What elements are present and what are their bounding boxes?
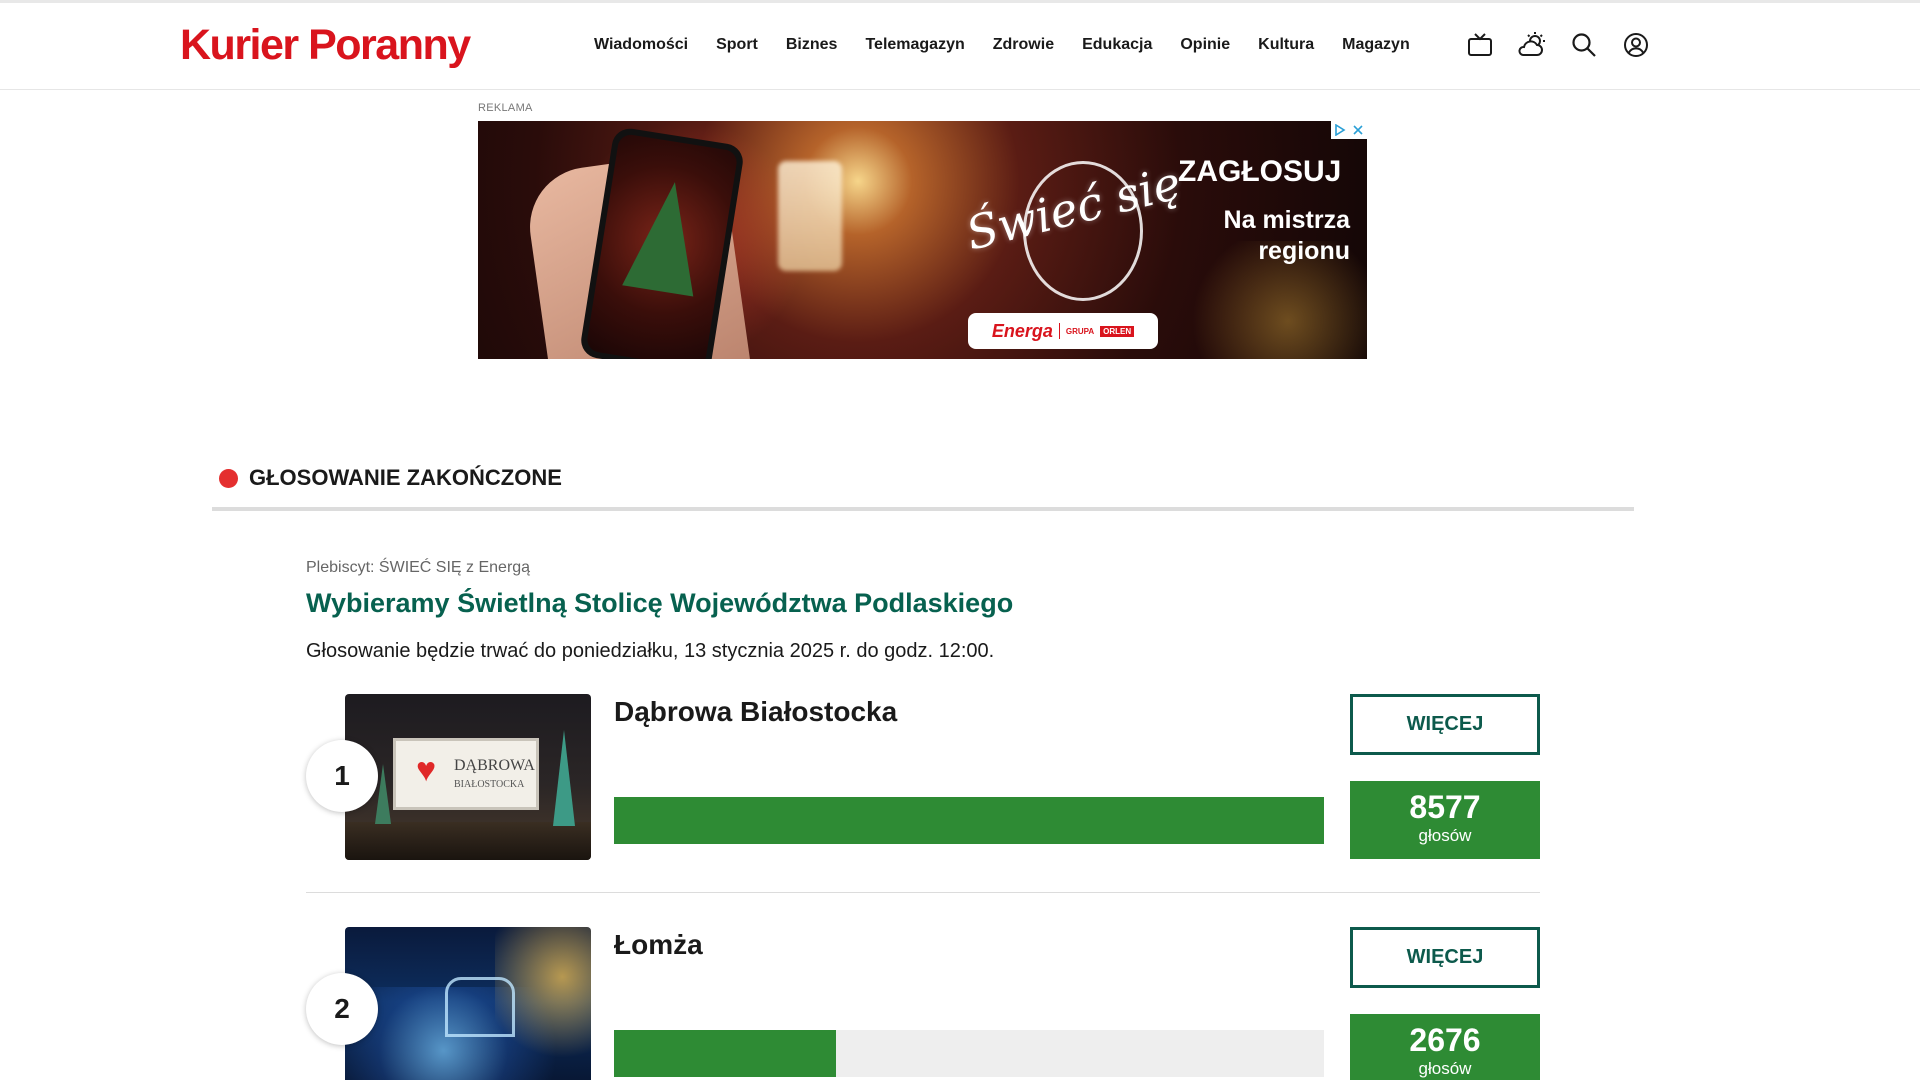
- ad-christmas-tree: [622, 176, 711, 297]
- entry-name[interactable]: Dąbrowa Białostocka: [614, 696, 897, 728]
- header-icons: [1466, 31, 1650, 59]
- search-icon[interactable]: [1570, 31, 1598, 59]
- ad-sponsor-divider: [1058, 323, 1060, 339]
- site-logo[interactable]: Kurier Poranny: [180, 19, 471, 71]
- entry-divider: [306, 892, 1540, 893]
- more-button[interactable]: WIĘCEJ: [1350, 927, 1540, 988]
- adchoices-icon[interactable]: [1331, 121, 1349, 139]
- user-icon[interactable]: [1622, 31, 1650, 59]
- nav-item-wiadomosci[interactable]: Wiadomości: [594, 33, 688, 57]
- entry-thumbnail[interactable]: ♥ DĄBROWA BIAŁOSTOCKA: [345, 694, 591, 860]
- weather-icon[interactable]: [1518, 31, 1546, 59]
- thumb-sign: ♥ DĄBROWA BIAŁOSTOCKA: [393, 738, 539, 810]
- ad-label: REKLAMA: [478, 102, 533, 114]
- thumb-ground: [345, 822, 591, 860]
- plebiscite-label: Plebiscyt: ŚWIEĆ SIĘ z Energą: [306, 559, 531, 576]
- ad-candle-image: [778, 161, 842, 271]
- entry-thumbnail[interactable]: [345, 927, 591, 1080]
- poll-title[interactable]: Wybieramy Świetlną Stolicę Województwa P…: [306, 588, 1013, 619]
- ad-sponsor-group: GRUPA: [1065, 326, 1095, 336]
- section-title: GŁOSOWANIE ZAKOŃCZONE: [249, 465, 562, 490]
- nav-item-biznes[interactable]: Biznes: [786, 33, 838, 57]
- site-header: Kurier Poranny Wiadomości Sport Biznes T…: [0, 3, 1920, 90]
- tv-icon[interactable]: [1466, 31, 1494, 59]
- nav-item-magazyn[interactable]: Magazyn: [1342, 33, 1410, 57]
- thumb-sign-text: DĄBROWA: [454, 757, 535, 774]
- list-item: ♥ DĄBROWA BIAŁOSTOCKA 1 Dąbrowa Białosto…: [306, 694, 1540, 894]
- vote-bar-fill: [614, 797, 1324, 844]
- ad-sponsor-orlen: ORLEN: [1100, 325, 1135, 337]
- votes-count: 8577: [1409, 789, 1481, 825]
- ad-controls: [1331, 121, 1367, 139]
- ad-sponsor-name: Energa: [991, 320, 1053, 341]
- nav-item-zdrowie[interactable]: Zdrowie: [993, 33, 1054, 57]
- votes-count: 2676: [1409, 1022, 1481, 1058]
- nav-item-edukacja[interactable]: Edukacja: [1082, 33, 1152, 57]
- thumb-light-frame: [445, 977, 515, 1037]
- nav-item-telemagazyn[interactable]: Telemagazyn: [865, 33, 964, 57]
- nav-item-kultura[interactable]: Kultura: [1258, 33, 1314, 57]
- votes-label: głosów: [1418, 826, 1472, 845]
- ad-banner[interactable]: Świeć się ZAGŁOSUJ Na mistrza regionu En…: [478, 121, 1367, 359]
- votes-label: głosów: [1418, 1059, 1472, 1078]
- rank-badge: 1: [306, 740, 378, 812]
- entry-name[interactable]: Łomża: [614, 929, 703, 961]
- votes-box: 2676 głosów: [1350, 1014, 1540, 1080]
- heart-icon: ♥: [416, 751, 437, 789]
- poll-note: Głosowanie będzie trwać do poniedziałku,…: [306, 640, 995, 662]
- more-button[interactable]: WIĘCEJ: [1350, 694, 1540, 755]
- ad-subline: Na mistrza regionu: [1223, 206, 1350, 265]
- list-item: 2 Łomża WIĘCEJ 2676 głosów: [306, 927, 1540, 1080]
- section-divider: [212, 507, 1634, 511]
- ad-sponsor-badge: Energa GRUPA ORLEN: [968, 313, 1158, 349]
- ad-phone-screen: [585, 132, 739, 359]
- vote-bar: [614, 797, 1324, 844]
- votes-box: 8577 głosów: [1350, 781, 1540, 859]
- nav-item-opinie[interactable]: Opinie: [1180, 33, 1230, 57]
- thumb-tree: [553, 730, 575, 826]
- rank-badge: 2: [306, 973, 378, 1045]
- vote-bar: [614, 1030, 1324, 1077]
- status-dot: [219, 469, 238, 488]
- main-nav: Wiadomości Sport Biznes Telemagazyn Zdro…: [594, 33, 1438, 57]
- nav-item-sport[interactable]: Sport: [716, 33, 758, 57]
- thumb-sign-subtext: BIAŁOSTOCKA: [454, 779, 525, 790]
- close-icon[interactable]: [1349, 121, 1367, 139]
- ad-headline: ZAGŁOSUJ: [1178, 155, 1342, 188]
- vote-bar-fill: [614, 1030, 836, 1077]
